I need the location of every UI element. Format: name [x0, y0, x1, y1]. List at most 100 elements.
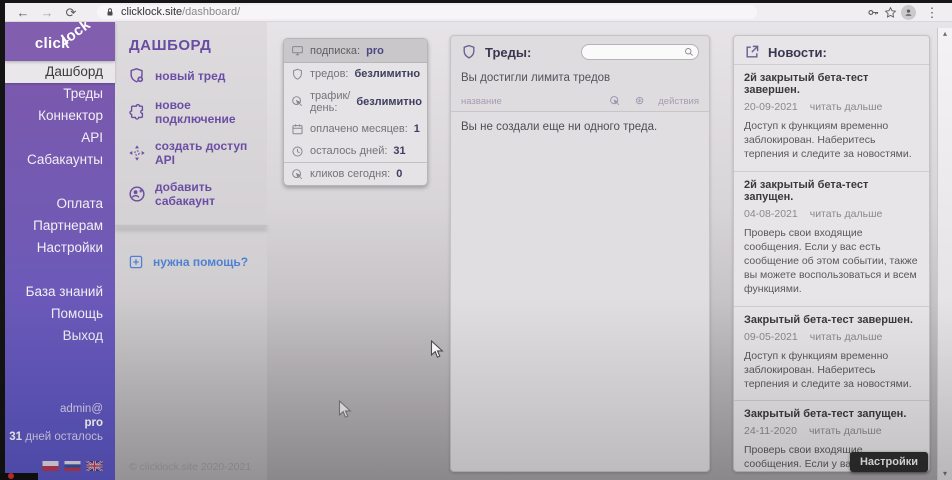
- page-title: ДАШБОРД: [129, 37, 267, 54]
- news-item-title: Закрытый бета-тест запущен.: [744, 408, 919, 420]
- column-name: название: [461, 96, 502, 107]
- mouse-cursor-ghost: [338, 400, 352, 420]
- news-item-title: 2й закрытый бета-тест завершен.: [744, 72, 919, 96]
- news-item-body: Проверь свои входящие сообщения. Если у …: [744, 227, 919, 297]
- puzzle-icon: [128, 103, 146, 121]
- stat-row-months: оплачено месяцев: 1: [284, 118, 427, 140]
- sidebar: clicklock Дашборд Треды Коннектор API Са…: [5, 22, 115, 480]
- news-item-date: 09-05-2021: [744, 331, 798, 343]
- create-api-access-link[interactable]: создать доступ API: [128, 139, 267, 167]
- sidebar-item-subaccounts[interactable]: Сабакаунты: [5, 149, 115, 171]
- scroll-down-icon[interactable]: ▾: [943, 468, 947, 480]
- russia-flag[interactable]: [64, 461, 81, 471]
- reload-icon[interactable]: ⟳: [59, 3, 83, 22]
- shield-icon: [461, 44, 477, 60]
- stat-label: кликов сегодня:: [310, 168, 390, 180]
- stat-value: безлимитно: [354, 68, 420, 80]
- account-info: admin@ pro 31 дней осталось: [9, 402, 103, 444]
- new-thread-link[interactable]: новый тред: [128, 67, 267, 85]
- poland-flag[interactable]: [42, 461, 59, 471]
- sidebar-item-knowledge-base[interactable]: База знаний: [5, 281, 115, 303]
- sidebar-item-help[interactable]: Помощь: [5, 303, 115, 325]
- news-item-title: 2й закрытый бета-тест запущен.: [744, 179, 919, 203]
- add-subaccount-link[interactable]: добавить сабакаунт: [128, 180, 267, 208]
- threads-header: Треды:: [451, 36, 709, 64]
- new-connection-label: новое подключение: [155, 98, 267, 126]
- cursor-click-icon: [609, 95, 621, 107]
- profile-avatar[interactable]: [901, 5, 916, 20]
- subscription-label: подписка:: [310, 45, 360, 57]
- scroll-up-icon[interactable]: ▴: [943, 28, 947, 40]
- stat-value: 31: [393, 145, 405, 157]
- news-item: Закрытый бета-тест завершен. 09-05-2021 ч…: [734, 306, 929, 401]
- external-link-icon: [744, 44, 760, 60]
- bookmark-star-icon[interactable]: [884, 6, 897, 19]
- sidebar-item-payment[interactable]: Оплата: [5, 193, 115, 215]
- video-progress-bar: [0, 473, 38, 480]
- frame-left-edge: [0, 0, 5, 480]
- browser-toolbar: ← → ⟳ clicklock.site/dashboard/ ⋮: [5, 3, 952, 22]
- sidebar-item-connector[interactable]: Коннектор: [5, 105, 115, 127]
- new-connection-link[interactable]: новое подключение: [128, 98, 267, 126]
- threads-panel: Треды: Вы достигли лимита тредов названи…: [450, 35, 710, 472]
- help-square-icon: [128, 254, 144, 270]
- language-flags: [42, 461, 103, 471]
- threads-search[interactable]: [581, 44, 699, 60]
- create-api-access-label: создать доступ API: [155, 139, 267, 167]
- add-subaccount-label: добавить сабакаунт: [155, 180, 267, 208]
- copyright-footer: © clicklock.site 2020-2021: [129, 461, 251, 473]
- new-thread-label: новый тред: [155, 69, 225, 83]
- threads-empty-state: Вы не создали еще ни одного треда.: [451, 111, 709, 472]
- read-more-link[interactable]: читать дальше: [810, 331, 883, 343]
- sidebar-item-partners[interactable]: Партнерам: [5, 215, 115, 237]
- person-plus-icon: [128, 185, 146, 203]
- scrollbar[interactable]: ▴ ▾: [937, 28, 952, 480]
- browser-menu-icon[interactable]: ⋮: [920, 3, 944, 22]
- read-more-link[interactable]: читать дальше: [809, 425, 882, 437]
- account-days-left: 31 дней осталось: [9, 430, 103, 444]
- news-item-date: 20-09-2021: [744, 101, 798, 113]
- news-item-date: 24-11-2020: [744, 425, 797, 437]
- news-item-date: 04-08-2021: [744, 208, 798, 220]
- stat-label: трафик/день:: [310, 90, 350, 114]
- stat-row-traffic: трафик/день: безлимитно: [284, 85, 427, 118]
- stat-value: безлимитно: [356, 96, 422, 108]
- url-path: /dashboard/: [182, 6, 240, 18]
- logo-block[interactable]: clicklock: [5, 22, 115, 61]
- read-more-link[interactable]: читать дальше: [810, 101, 883, 113]
- settings-button[interactable]: Настройки: [850, 452, 928, 472]
- back-icon[interactable]: ←: [11, 3, 35, 22]
- nav-group-gap: [5, 171, 115, 193]
- monitor-icon: [291, 44, 304, 57]
- limit-notice: Вы достигли лимита тредов: [461, 72, 699, 84]
- forward-icon[interactable]: →: [35, 3, 59, 22]
- stat-row-threads: тредов: безлимитно: [284, 63, 427, 85]
- cursor-click-icon: [291, 95, 304, 108]
- uk-flag[interactable]: [86, 461, 103, 471]
- column-actions: действия: [658, 96, 699, 107]
- stat-value: 1: [414, 123, 420, 135]
- sidebar-item-dashboard[interactable]: Дашборд: [5, 61, 115, 83]
- read-more-link[interactable]: читать дальше: [810, 208, 883, 220]
- calendar-icon: [291, 123, 304, 136]
- need-help-link[interactable]: нужна помощь?: [128, 254, 267, 270]
- url-host: clicklock.site: [121, 6, 182, 18]
- news-item: 2й закрытый бета-тест запущен. 04-08-202…: [734, 171, 929, 306]
- nav-group-gap: [5, 259, 115, 281]
- sidebar-item-logout[interactable]: Выход: [5, 325, 115, 347]
- sidebar-item-api[interactable]: API: [5, 127, 115, 149]
- key-icon[interactable]: [867, 6, 880, 19]
- account-email: admin@: [9, 402, 103, 416]
- cursor-click-icon: [291, 168, 304, 181]
- search-icon[interactable]: [684, 47, 694, 57]
- news-header: Новости:: [734, 36, 929, 64]
- frame-top-edge: [0, 0, 952, 3]
- sidebar-item-threads[interactable]: Треды: [5, 83, 115, 105]
- news-title: Новости:: [768, 45, 827, 60]
- subscription-card: подписка: pro тредов: безлимитно трафик/…: [283, 38, 428, 186]
- address-bar[interactable]: clicklock.site/dashboard/: [97, 5, 757, 19]
- sidebar-item-settings[interactable]: Настройки: [5, 237, 115, 259]
- search-input[interactable]: [589, 47, 684, 58]
- news-item-body: Доступ к функциям временно заблокирован.…: [744, 350, 919, 392]
- news-item-title: Закрытый бета-тест завершен.: [744, 314, 919, 326]
